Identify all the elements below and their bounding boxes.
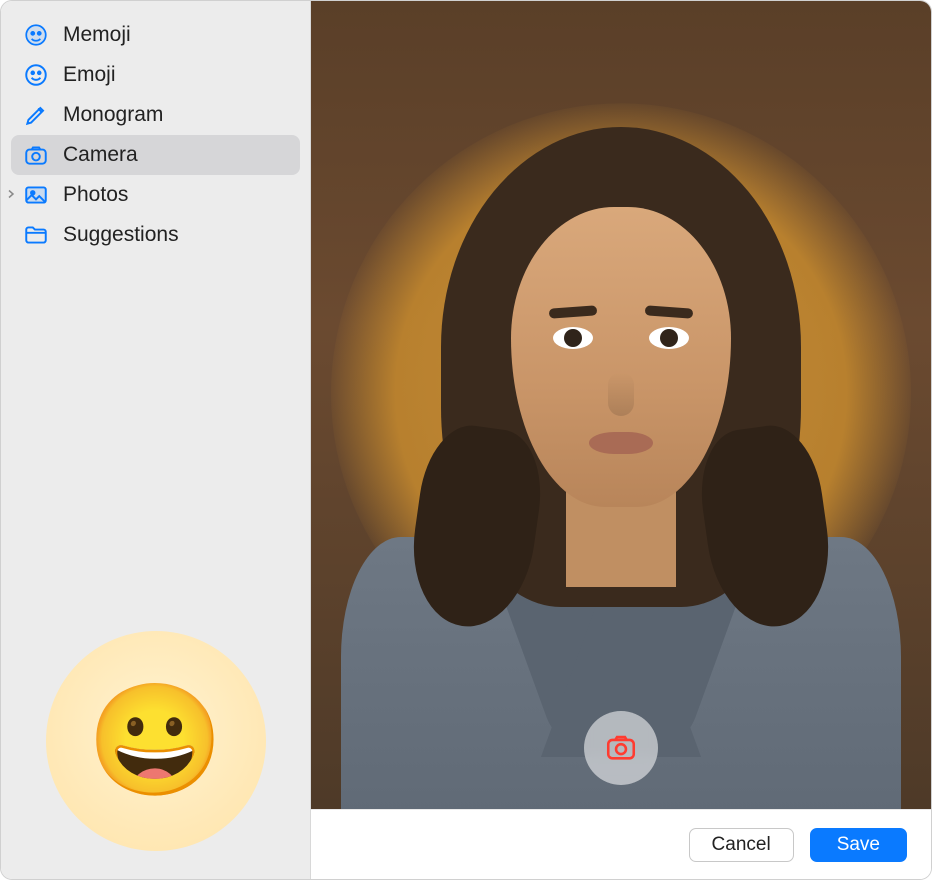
sidebar-item-label: Monogram (63, 103, 163, 127)
profile-picture-picker: Memoji Emoji (0, 0, 932, 880)
sidebar-item-monogram[interactable]: Monogram (11, 95, 300, 135)
sidebar-item-photos[interactable]: Photos (11, 175, 300, 215)
pencil-icon (23, 102, 49, 128)
sidebar: Memoji Emoji (1, 1, 311, 879)
sidebar-item-label: Emoji (63, 63, 116, 87)
sidebar-item-emoji[interactable]: Emoji (11, 55, 300, 95)
sidebar-list: Memoji Emoji (11, 15, 300, 255)
camera-shutter-icon (604, 730, 638, 767)
camera-icon (23, 142, 49, 168)
camera-subject (361, 97, 881, 797)
photos-icon (23, 182, 49, 208)
footer: Cancel Save (311, 809, 931, 879)
avatar-emoji: 😀 (87, 686, 224, 796)
current-avatar-preview: 😀 (46, 631, 266, 851)
sidebar-item-label: Memoji (63, 23, 131, 47)
emoji-icon (23, 62, 49, 88)
sidebar-item-label: Photos (63, 183, 128, 207)
sidebar-item-suggestions[interactable]: Suggestions (11, 215, 300, 255)
sidebar-item-label: Camera (63, 143, 138, 167)
save-button[interactable]: Save (810, 828, 907, 862)
memoji-icon (23, 22, 49, 48)
main-panel: Cancel Save (311, 1, 931, 879)
folder-icon (23, 222, 49, 248)
sidebar-item-camera[interactable]: Camera (11, 135, 300, 175)
camera-preview (311, 1, 931, 809)
cancel-button[interactable]: Cancel (689, 828, 794, 862)
capture-button[interactable] (584, 711, 658, 785)
chevron-right-icon[interactable] (5, 187, 17, 203)
sidebar-item-memoji[interactable]: Memoji (11, 15, 300, 55)
sidebar-item-label: Suggestions (63, 223, 179, 247)
